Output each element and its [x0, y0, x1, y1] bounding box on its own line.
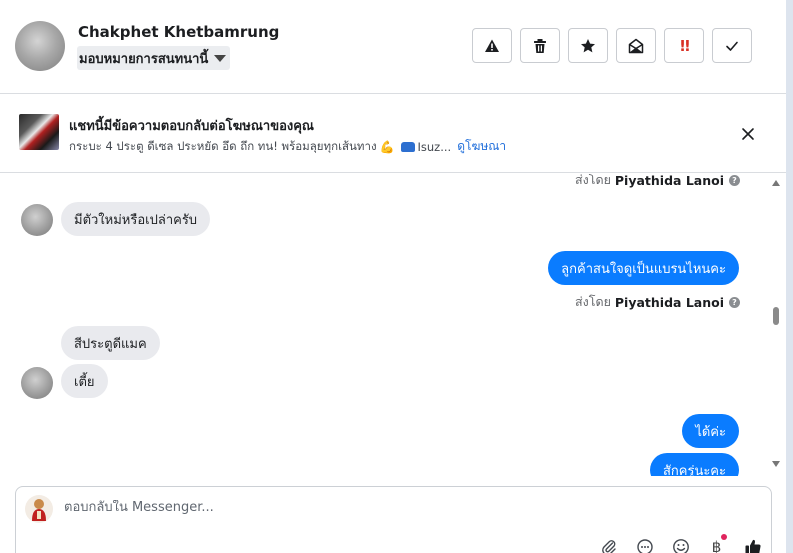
- contact-name[interactable]: Chakphet Khetbamrung: [78, 23, 279, 41]
- star-icon: [581, 38, 595, 52]
- sender-name: Piyathida Lanoi: [614, 294, 724, 310]
- sent-by-label: ส่งโดย Piyathida Lanoi ?: [575, 174, 740, 190]
- attach-button[interactable]: [596, 534, 621, 553]
- spam-button[interactable]: [472, 28, 512, 63]
- incoming-message[interactable]: เตี้ย: [61, 364, 108, 398]
- page-avatar: [25, 495, 53, 523]
- info-icon[interactable]: ?: [729, 296, 740, 308]
- contact-avatar[interactable]: [15, 21, 65, 71]
- envelope-open-icon: [628, 38, 644, 53]
- chat-bubble-icon: [636, 538, 653, 553]
- contact-avatar-small[interactable]: [21, 367, 53, 399]
- exclamation-icon: !!: [679, 36, 691, 55]
- sender-name: Piyathida Lanoi: [614, 174, 724, 188]
- close-banner-button[interactable]: [738, 124, 758, 144]
- reply-input[interactable]: [64, 500, 664, 515]
- baht-icon: ฿: [711, 537, 722, 553]
- trash-icon: [534, 38, 546, 53]
- view-ad-link[interactable]: ดูโฆษณา: [457, 137, 506, 156]
- close-icon: [742, 128, 754, 140]
- message-scrollbar[interactable]: [770, 174, 782, 476]
- ad-subtitle-truncated: Isuz...: [417, 139, 452, 154]
- reply-composer: ฿: [15, 486, 772, 553]
- thumbs-up-icon: [745, 539, 761, 553]
- mark-unread-button[interactable]: [616, 28, 656, 63]
- car-icon: [400, 141, 415, 152]
- message-thread: ส่งโดย Piyathida Lanoi ? มีตัวใหม่หรือเป…: [0, 174, 766, 476]
- emoji-button[interactable]: [668, 534, 693, 553]
- chevron-down-icon: [214, 54, 227, 62]
- send-like-button[interactable]: [740, 534, 765, 553]
- assign-label: มอบหมายการสนทนานี้: [79, 51, 209, 67]
- page-logo-icon: [32, 499, 46, 521]
- ad-thumbnail[interactable]: [19, 114, 59, 150]
- warning-icon: [485, 39, 499, 52]
- scrollbar-thumb[interactable]: [773, 307, 779, 325]
- scroll-up-arrow-icon[interactable]: [772, 180, 780, 186]
- notification-dot: [721, 534, 727, 540]
- ad-subtitle-text: กระบะ 4 ประตู ดีเซล ประหยัด อึด ถึก ทน! …: [69, 138, 377, 153]
- paperclip-icon: [601, 539, 616, 553]
- incoming-message[interactable]: มีตัวใหม่หรือเปล่าครับ: [61, 202, 211, 236]
- delete-button[interactable]: [520, 28, 560, 63]
- composer-actions: ฿: [596, 534, 765, 553]
- conversation-header: Chakphet Khetbamrung มอบหมายการสนทนานี้ …: [0, 0, 786, 94]
- outgoing-message[interactable]: ลูกค้าสนใจดูเป็นแบรนไหนคะ: [548, 251, 739, 285]
- star-button[interactable]: [568, 28, 608, 63]
- incoming-message[interactable]: สีประตูดีแมค: [61, 326, 160, 360]
- conversation-toolbar: !!: [472, 28, 752, 63]
- assign-conversation-dropdown[interactable]: มอบหมายการสนทนานี้: [77, 46, 231, 70]
- ad-banner-title: แชทนี้มีข้อความตอบกลับต่อโฆษณาของคุณ: [69, 119, 314, 134]
- sent-by-prefix: ส่งโดย: [575, 174, 611, 187]
- priority-button[interactable]: !!: [664, 28, 704, 63]
- ad-reply-banner: แชทนี้มีข้อความตอบกลับต่อโฆษณาของคุณ กระ…: [0, 95, 786, 173]
- smiley-icon: [672, 538, 689, 553]
- window-edge: [786, 0, 793, 553]
- ad-banner-subtitle: กระบะ 4 ประตู ดีเซล ประหยัด อึด ถึก ทน! …: [69, 137, 506, 156]
- contact-avatar-small[interactable]: [21, 204, 53, 236]
- scroll-down-arrow-icon[interactable]: [772, 461, 780, 467]
- check-icon: [726, 41, 738, 51]
- sent-by-prefix: ส่งโดย: [575, 294, 611, 309]
- outgoing-message[interactable]: ได้ค่ะ: [682, 414, 739, 448]
- done-button[interactable]: [712, 28, 752, 63]
- outgoing-message[interactable]: สักครู่นะคะ: [649, 453, 739, 476]
- saved-replies-button[interactable]: [632, 534, 657, 553]
- flexed-biceps-icon: 💪: [379, 139, 395, 154]
- sent-by-label: ส่งโดย Piyathida Lanoi ?: [575, 292, 740, 312]
- info-icon[interactable]: ?: [729, 174, 740, 186]
- payment-button[interactable]: ฿: [704, 534, 729, 553]
